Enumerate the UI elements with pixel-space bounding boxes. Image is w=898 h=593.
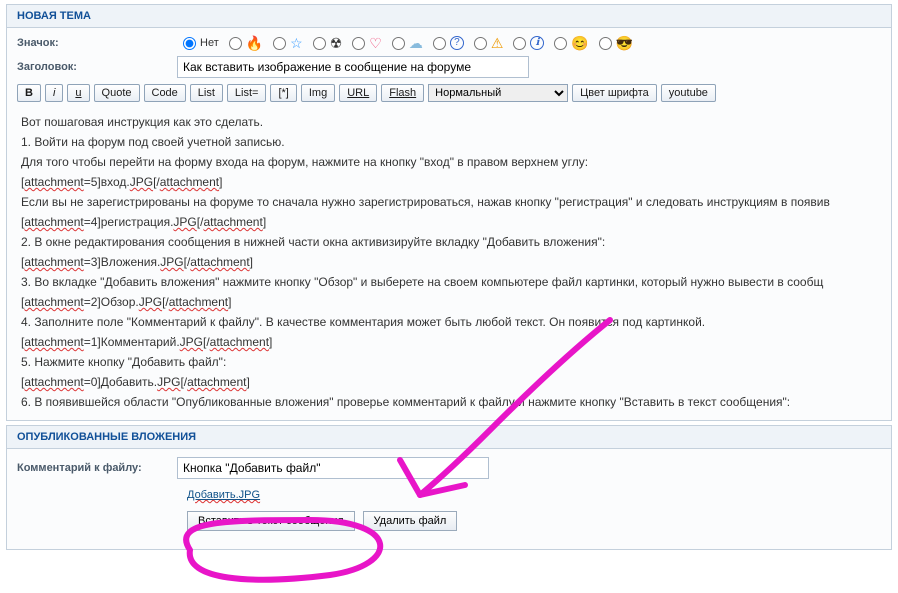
attachments-panel: ОПУБЛИКОВАННЫЕ ВЛОЖЕНИЯ Комментарий к фа… (6, 425, 892, 550)
icon-cloud-radio[interactable] (392, 37, 405, 50)
info-icon: ℹ (530, 36, 544, 50)
editor-line: 4. Заполните поле "Комментарий к файлу".… (21, 312, 881, 332)
icon-label: Значок: (17, 37, 177, 49)
icon-flame-radio[interactable] (229, 37, 242, 50)
cool-icon: 😎 (616, 36, 633, 50)
smile-icon: 😊 (571, 36, 588, 50)
icon-row: Значок: Нет 🔥 ☆ ☢ ♡ ☁ ? ⚠ ℹ 😊 😎 (17, 36, 881, 50)
cloud-icon: ☁ (409, 36, 423, 50)
icon-choices: Нет 🔥 ☆ ☢ ♡ ☁ ? ⚠ ℹ 😊 😎 (177, 36, 633, 50)
file-link[interactable]: Добавить.JPG (187, 489, 260, 501)
new-topic-title: НОВАЯ ТЕМА (7, 5, 891, 28)
editor-line: [attachment=4]регистрация.JPG[/attachmen… (21, 212, 881, 232)
editor-line: [attachment=1]Комментарий.JPG[/attachmen… (21, 332, 881, 352)
quote-button[interactable]: Quote (94, 84, 140, 102)
list-button[interactable]: List (190, 84, 223, 102)
heart-icon: ♡ (369, 36, 382, 50)
icon-star-radio[interactable] (273, 37, 286, 50)
icon-question-radio[interactable] (433, 37, 446, 50)
editor-line: Для того чтобы перейти на форму входа на… (21, 152, 881, 172)
delete-button[interactable]: Удалить файл (363, 511, 458, 531)
code-button[interactable]: Code (144, 84, 186, 102)
listitem-button[interactable]: [*] (270, 84, 296, 102)
listeq-button[interactable]: List= (227, 84, 267, 102)
editor-line: [attachment=5]вход.JPG[/attachment] (21, 172, 881, 192)
editor-line: 2. В окне редактирования сообщения в ниж… (21, 232, 881, 252)
editor-line: [attachment=2]Обзор.JPG[/attachment] (21, 292, 881, 312)
icon-radioactive-radio[interactable] (313, 37, 326, 50)
radioactive-icon: ☢ (330, 36, 343, 50)
icon-smile-radio[interactable] (554, 37, 567, 50)
comment-label: Комментарий к файлу: (17, 462, 177, 474)
underline-button[interactable]: u (67, 84, 89, 102)
font-size-select[interactable]: Нормальный (428, 84, 568, 102)
editor-line: Если вы не зарегистрированы на форуме то… (21, 192, 881, 212)
icon-none-text: Нет (200, 37, 219, 49)
warn-icon: ⚠ (491, 36, 504, 50)
question-icon: ? (450, 36, 464, 50)
italic-button[interactable]: i (45, 84, 63, 102)
icon-info-radio[interactable] (513, 37, 526, 50)
star-icon: ☆ (290, 36, 303, 50)
url-button[interactable]: URL (339, 84, 377, 102)
icon-cool-radio[interactable] (599, 37, 612, 50)
insert-button[interactable]: Вставить в текст сообщения (187, 511, 355, 531)
editor-line: [attachment=3]Вложения.JPG[/attachment] (21, 252, 881, 272)
heading-label: Заголовок: (17, 61, 177, 73)
icon-heart-radio[interactable] (352, 37, 365, 50)
flash-button[interactable]: Flash (381, 84, 424, 102)
heading-row: Заголовок: (17, 56, 881, 78)
editor-line: [attachment=0]Добавить.JPG[/attachment] (21, 372, 881, 392)
editor-line: 3. Во вкладке "Добавить вложения" нажмит… (21, 272, 881, 292)
icon-warn-radio[interactable] (474, 37, 487, 50)
attachments-title: ОПУБЛИКОВАННЫЕ ВЛОЖЕНИЯ (7, 426, 891, 449)
attachments-body: Комментарий к файлу: Добавить.JPG Встави… (7, 449, 891, 549)
editor-line: Вот пошаговая инструкция как это сделать… (21, 112, 881, 132)
youtube-button[interactable]: youtube (661, 84, 716, 102)
flame-icon: 🔥 (246, 36, 263, 50)
comment-input[interactable] (177, 457, 489, 479)
heading-input[interactable] (177, 56, 529, 78)
img-button[interactable]: Img (301, 84, 335, 102)
icon-none-radio[interactable] (183, 37, 196, 50)
bold-button[interactable]: B (17, 84, 41, 102)
editor-textarea[interactable]: Вот пошаговая инструкция как это сделать… (17, 112, 881, 412)
editor-line: 6. В появившейся области "Опубликованные… (21, 392, 881, 412)
editor-line: 1. Войти на форум под своей учетной запи… (21, 132, 881, 152)
font-color-button[interactable]: Цвет шрифта (572, 84, 657, 102)
new-topic-body: Значок: Нет 🔥 ☆ ☢ ♡ ☁ ? ⚠ ℹ 😊 😎 Заголово… (7, 28, 891, 420)
editor-toolbar: B i u Quote Code List List= [*] Img URL … (17, 84, 881, 102)
new-topic-panel: НОВАЯ ТЕМА Значок: Нет 🔥 ☆ ☢ ♡ ☁ ? ⚠ ℹ 😊… (6, 4, 892, 421)
editor-line: 5. Нажмите кнопку "Добавить файл": (21, 352, 881, 372)
